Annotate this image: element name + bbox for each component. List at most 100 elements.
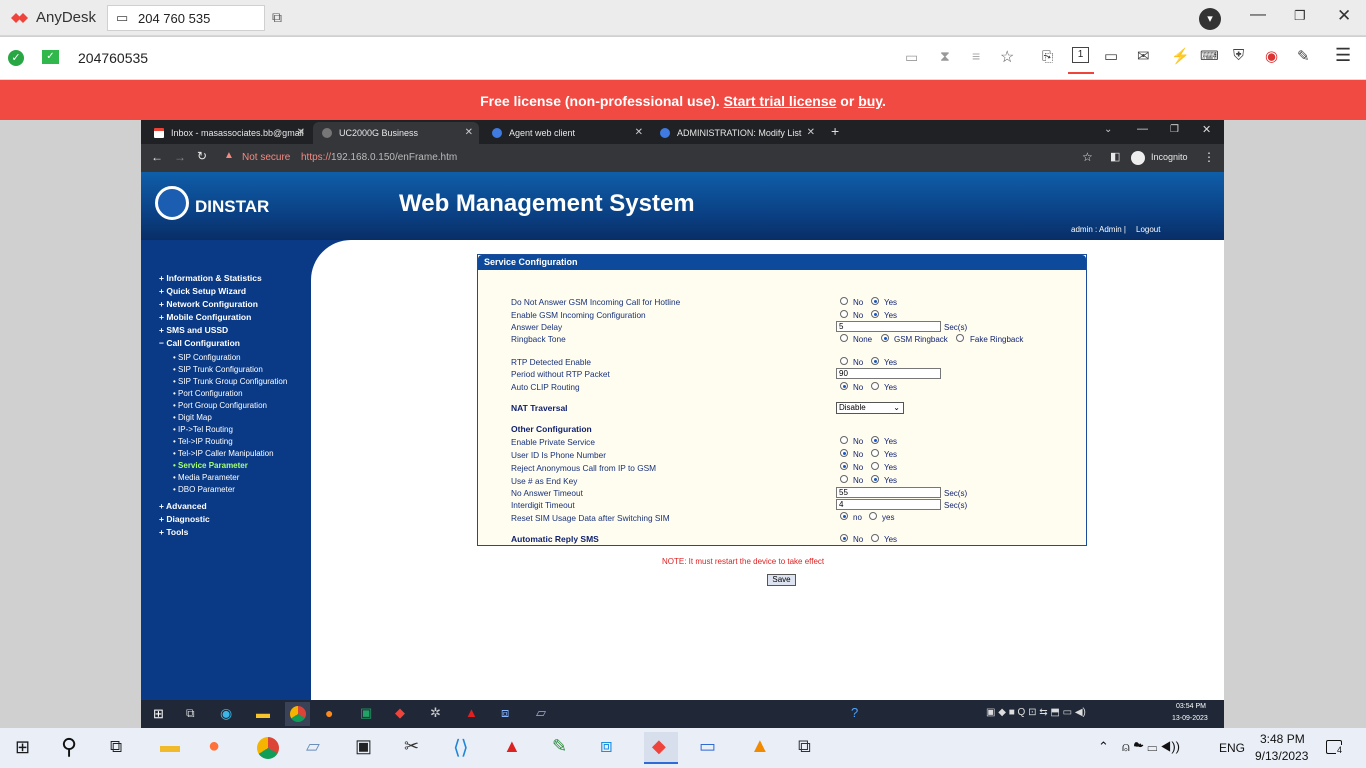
- radio-no[interactable]: [840, 297, 848, 305]
- file-transfer-icon[interactable]: ⎘: [1042, 48, 1053, 65]
- app-icon[interactable]: ▱: [536, 705, 546, 721]
- subnav-dbo-parameter[interactable]: • DBO Parameter: [173, 485, 235, 494]
- not-secure-label[interactable]: Not secure: [242, 152, 290, 163]
- session-tab[interactable]: ▭ 204 760 535: [107, 5, 265, 31]
- radio-yes[interactable]: [871, 310, 879, 318]
- chevron-up-icon[interactable]: ⌃: [1098, 739, 1109, 755]
- new-session-icon[interactable]: ⧉: [272, 9, 282, 26]
- url-bar[interactable]: https://192.168.0.150/enFrame.htm: [301, 152, 457, 163]
- subnav-digit-map[interactable]: • Digit Map: [173, 413, 212, 422]
- file-explorer-icon[interactable]: ▬: [256, 705, 270, 721]
- chrome-icon[interactable]: [285, 702, 310, 726]
- vscode-icon[interactable]: ⟨⟩: [453, 735, 469, 760]
- clock-date[interactable]: 9/13/2023: [1255, 749, 1308, 763]
- radio-yes[interactable]: [871, 462, 879, 470]
- tab-administration[interactable]: ADMINISTRATION: Modify List ✕: [651, 122, 821, 144]
- reload-icon[interactable]: ↻: [197, 149, 207, 163]
- monitor-off-icon[interactable]: ▭: [905, 49, 918, 66]
- subnav-port-group[interactable]: • Port Group Configuration: [173, 401, 267, 410]
- database-icon[interactable]: ≡: [972, 48, 980, 64]
- subnav-media-parameter[interactable]: • Media Parameter: [173, 473, 239, 482]
- radio-fake-ringback[interactable]: [956, 334, 964, 342]
- logout-link[interactable]: Logout: [1136, 225, 1160, 234]
- snipping-tool-icon[interactable]: ✂: [404, 736, 419, 757]
- win-close-icon[interactable]: ✕: [1202, 123, 1211, 136]
- forward-icon[interactable]: →: [174, 150, 186, 164]
- tab-close-icon[interactable]: ✕: [297, 122, 305, 144]
- record-icon[interactable]: ◉: [1265, 47, 1278, 65]
- terminal-icon[interactable]: ▣: [355, 736, 372, 757]
- radio-no[interactable]: [840, 475, 848, 483]
- no-answer-timeout-input[interactable]: 55: [836, 487, 941, 498]
- close-icon[interactable]: ✕: [1337, 6, 1351, 26]
- nav-advanced[interactable]: + Advanced: [159, 501, 207, 511]
- language-indicator[interactable]: ENG: [1219, 741, 1245, 755]
- tab-close-icon[interactable]: ✕: [635, 122, 643, 144]
- tab-close-icon[interactable]: ✕: [465, 122, 473, 144]
- radio-no[interactable]: [840, 436, 848, 444]
- subnav-sip-config[interactable]: • SIP Configuration: [173, 353, 241, 362]
- radio-yes[interactable]: [871, 436, 879, 444]
- radio-no[interactable]: [840, 449, 848, 457]
- radio-yes[interactable]: [871, 475, 879, 483]
- new-tab-icon[interactable]: +: [831, 123, 839, 139]
- buy-link[interactable]: buy: [858, 93, 882, 109]
- hourglass-icon[interactable]: ⧗: [940, 48, 950, 65]
- radio-yes[interactable]: [869, 512, 877, 520]
- windows-start-icon[interactable]: ⊞: [15, 737, 30, 758]
- radio-yes[interactable]: [871, 534, 879, 542]
- maximize-icon[interactable]: ❐: [1294, 8, 1306, 24]
- subnav-sip-trunk[interactable]: • SIP Trunk Configuration: [173, 365, 263, 374]
- nav-call-config[interactable]: − Call Configuration: [159, 338, 240, 348]
- app-icon[interactable]: ▱: [306, 736, 320, 757]
- radio-yes[interactable]: [871, 357, 879, 365]
- acrobat-icon[interactable]: ▲: [503, 736, 521, 757]
- display-one-icon[interactable]: 1: [1072, 47, 1089, 63]
- subnav-service-parameter[interactable]: • Service Parameter: [173, 461, 248, 470]
- nat-traversal-select[interactable]: Disable ⌄: [836, 402, 904, 414]
- tab-close-icon[interactable]: ✕: [807, 122, 815, 144]
- pinned-app-icon[interactable]: ✲: [430, 705, 441, 721]
- tab-uc2000g[interactable]: UC2000G Business ✕: [313, 122, 479, 144]
- network-tool-icon[interactable]: ⧈: [501, 705, 509, 721]
- help-icon[interactable]: ?: [851, 705, 858, 720]
- file-explorer-icon[interactable]: ▬: [160, 735, 180, 758]
- radio-no[interactable]: [840, 534, 848, 542]
- task-view-icon[interactable]: ⧉: [186, 706, 195, 721]
- keyboard-icon[interactable]: ⌨: [1200, 48, 1219, 64]
- trial-license-link[interactable]: Start trial license: [724, 93, 837, 109]
- draw-pen-icon[interactable]: ✎: [1297, 47, 1310, 65]
- task-view-icon[interactable]: ⧉: [110, 737, 122, 757]
- remote-screen[interactable]: Inbox - masassociates.bb@gmail ✕ UC2000G…: [141, 120, 1224, 728]
- nav-quick-setup[interactable]: + Quick Setup Wizard: [159, 286, 246, 296]
- search-icon[interactable]: ⚲: [61, 734, 77, 760]
- tab-agent-web-client[interactable]: Agent web client ✕: [483, 122, 649, 144]
- radio-no[interactable]: [840, 382, 848, 390]
- star-icon[interactable]: ☆: [1000, 47, 1014, 67]
- chrome-icon[interactable]: [257, 737, 279, 759]
- radio-yes[interactable]: [871, 449, 879, 457]
- nav-information-statistics[interactable]: + Information & Statistics: [159, 273, 262, 283]
- nav-diagnostic[interactable]: + Diagnostic: [159, 514, 210, 524]
- nav-mobile-config[interactable]: + Mobile Configuration: [159, 312, 251, 322]
- notepad-icon[interactable]: ✎: [552, 736, 567, 757]
- clock-time[interactable]: 3:48 PM: [1260, 732, 1305, 746]
- screen-icon[interactable]: ▭: [1104, 47, 1118, 65]
- shield-icon[interactable]: ⛨: [1233, 47, 1244, 64]
- save-button[interactable]: Save: [767, 574, 796, 586]
- radio-no[interactable]: [840, 357, 848, 365]
- firefox-icon[interactable]: ●: [325, 705, 333, 721]
- win-restore-icon[interactable]: ❐: [1170, 124, 1179, 135]
- firefox-icon[interactable]: ●: [208, 735, 220, 758]
- interdigit-timeout-input[interactable]: 4: [836, 499, 941, 510]
- subnav-tel-ip-routing[interactable]: • Tel->IP Routing: [173, 437, 233, 446]
- radio-gsm-ringback[interactable]: [881, 334, 889, 342]
- hamburger-menu-icon[interactable]: ☰: [1335, 45, 1351, 66]
- minimize-icon[interactable]: —: [1250, 6, 1266, 24]
- acrobat-icon[interactable]: ▲: [465, 705, 478, 720]
- anydesk-taskbar-icon[interactable]: ◆: [644, 732, 678, 764]
- radio-yes[interactable]: [871, 382, 879, 390]
- radio-no[interactable]: [840, 310, 848, 318]
- actions-lightning-icon[interactable]: ⚡: [1171, 47, 1190, 65]
- edge-icon[interactable]: ◉: [220, 705, 232, 722]
